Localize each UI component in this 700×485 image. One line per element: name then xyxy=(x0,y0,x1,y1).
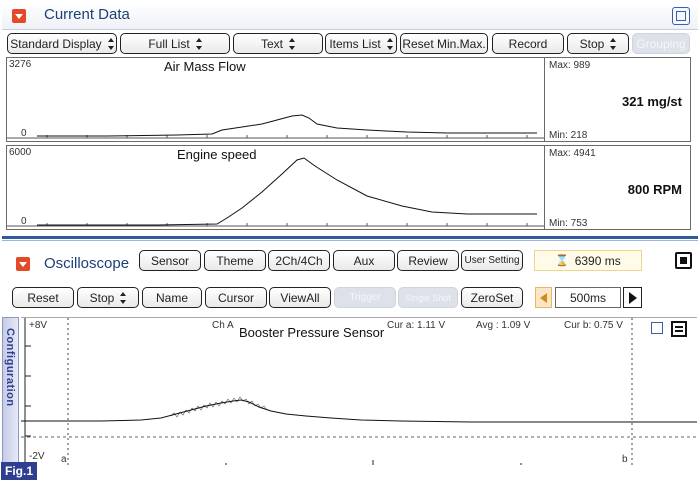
engine-speed-graph: 6000 0 Engine speed xyxy=(6,145,546,230)
clock-icon: ⌛ xyxy=(555,255,569,267)
name-button[interactable]: Name xyxy=(142,287,202,308)
air-mass-flow-graph: 3276 0 Air Mass Flow xyxy=(6,57,546,142)
view-mode-select[interactable]: Text xyxy=(233,33,323,54)
collapse-oscilloscope-icon[interactable] xyxy=(16,257,30,271)
timebase-field[interactable]: 500ms xyxy=(555,287,621,308)
spinner-icon xyxy=(386,37,393,50)
cursor-button[interactable]: Cursor xyxy=(205,287,267,308)
figure-tag: Fig.1 xyxy=(1,462,37,480)
cursor-a-marker[interactable]: a xyxy=(61,454,67,465)
spinner-icon xyxy=(195,37,202,50)
cursor-b-marker[interactable]: b xyxy=(622,454,628,465)
stop-square-icon xyxy=(680,257,687,264)
current-value: 321 mg/st xyxy=(622,94,682,109)
play-arrow-icon xyxy=(628,291,637,304)
grouping-button[interactable]: Grouping xyxy=(632,33,690,54)
configuration-tab[interactable]: Configuration xyxy=(2,317,19,464)
2ch-4ch-button[interactable]: 2Ch/4Ch xyxy=(268,250,330,271)
engine-speed-trace xyxy=(7,157,546,227)
menu-bar xyxy=(675,330,683,332)
speaker-glyph xyxy=(540,292,547,303)
collapse-current-data-icon[interactable] xyxy=(12,9,26,23)
aux-button[interactable]: Aux xyxy=(333,250,395,271)
stop-capture-button[interactable] xyxy=(675,252,692,269)
signal-name: Booster Pressure Sensor xyxy=(239,325,385,340)
scope-waveform xyxy=(21,318,697,465)
cursor-b-readout: Cur b: 0.75 V xyxy=(564,320,623,331)
spinner-icon xyxy=(610,37,617,50)
menu-bar xyxy=(675,326,683,328)
reset-minmax-button[interactable]: Reset Min.Max. xyxy=(400,33,488,54)
list-filter-select[interactable]: Full List xyxy=(120,33,230,54)
separator-shadow xyxy=(2,240,698,241)
current-value: 800 RPM xyxy=(627,182,682,197)
air-mass-flow-trace xyxy=(7,114,546,139)
trigger-button[interactable]: Trigger xyxy=(334,287,396,308)
zeroset-button[interactable]: ZeroSet xyxy=(461,287,523,308)
display-mode-select[interactable]: Standard Display xyxy=(7,33,117,54)
scope-option-checkbox[interactable] xyxy=(651,322,663,334)
configuration-label: Configuration xyxy=(4,328,16,407)
stop-select[interactable]: Stop xyxy=(567,33,629,54)
theme-button[interactable]: Theme xyxy=(204,250,266,271)
current-data-header: Current Data xyxy=(2,2,698,30)
max-label: Max: 4941 xyxy=(549,148,596,159)
panel-separator[interactable] xyxy=(2,236,698,239)
spinner-icon xyxy=(120,291,127,304)
reset-button[interactable]: Reset xyxy=(12,287,74,308)
speaker-icon[interactable] xyxy=(535,287,552,308)
min-label: Min: 218 xyxy=(549,130,588,141)
current-data-title: Current Data xyxy=(44,6,130,23)
oscilloscope-title: Oscilloscope xyxy=(44,255,130,272)
stop-mode-select[interactable]: Stop xyxy=(77,287,139,308)
y-axis-top-label: +8V xyxy=(29,320,48,331)
scope-display[interactable]: +8V -2V a b Ch A Booster Pressure Sensor… xyxy=(21,317,697,465)
timebase-next-button[interactable] xyxy=(623,287,642,308)
scope-menu-icon[interactable] xyxy=(671,321,687,337)
engine-speed-value-pane: Max: 4941 800 RPM Min: 753 xyxy=(544,145,691,230)
cursor-a-readout: Cur a: 1.11 V xyxy=(387,320,446,331)
record-button[interactable]: Record xyxy=(492,33,564,54)
average-readout: Avg : 1.09 V xyxy=(476,320,531,331)
max-label: Max: 989 xyxy=(549,60,591,71)
restore-window-icon[interactable] xyxy=(672,7,690,25)
sensor-button[interactable]: Sensor xyxy=(139,250,201,271)
single-shot-button[interactable]: Single Shot xyxy=(398,287,458,308)
channel-label: Ch A xyxy=(212,320,234,331)
air-mass-flow-value-pane: Max: 989 321 mg/st Min: 218 xyxy=(544,57,691,142)
review-button[interactable]: Review xyxy=(397,250,459,271)
viewall-button[interactable]: ViewAll xyxy=(269,287,331,308)
spinner-icon xyxy=(107,37,114,50)
time-display: ⌛ 6390 ms xyxy=(534,250,642,271)
items-list-select[interactable]: Items List xyxy=(325,33,397,54)
spinner-icon xyxy=(289,37,295,50)
min-label: Min: 753 xyxy=(549,218,588,229)
y-axis-bottom-label: -2V xyxy=(29,451,45,462)
user-setting-button[interactable]: User Setting xyxy=(461,250,523,271)
